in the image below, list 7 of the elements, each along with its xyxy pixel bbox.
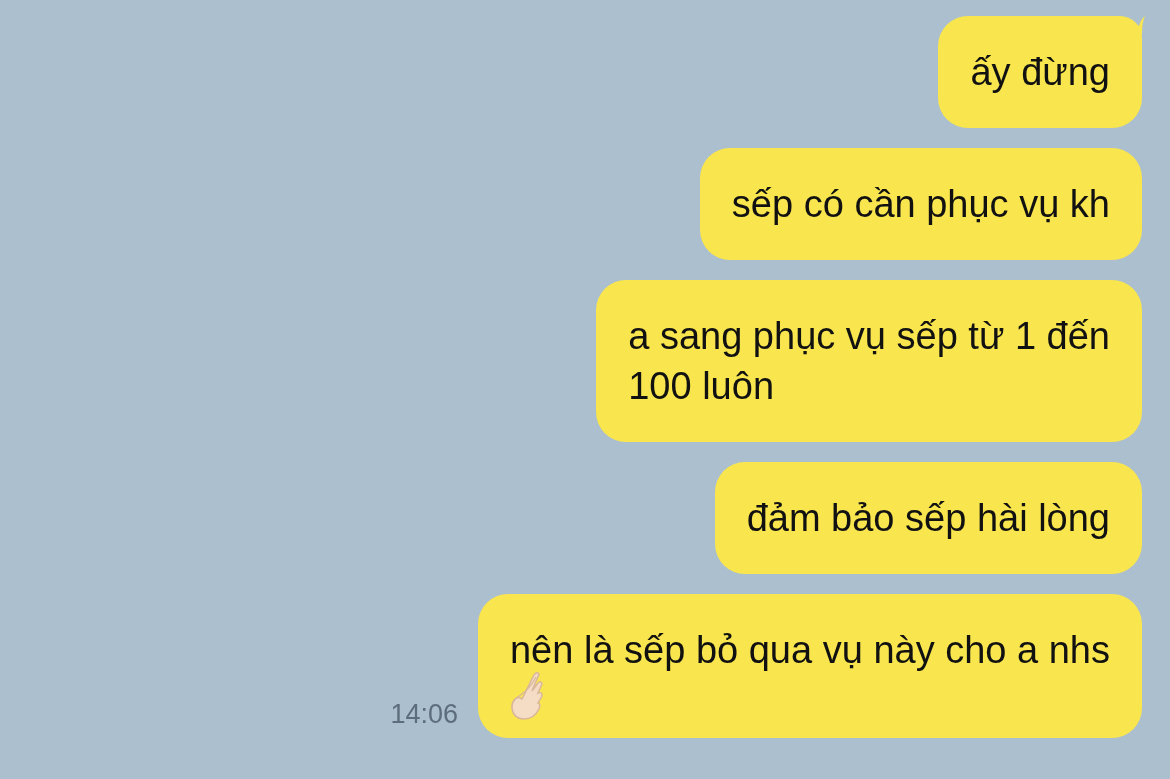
message-text: ấy đừng [970,50,1110,95]
message-text: a sang phục vụ sếp từ 1 đến 100 luôn [628,314,1110,409]
message-text: nên là sếp bỏ qua vụ này cho a nhs [510,628,1110,673]
message-text: đảm bảo sếp hài lòng [746,496,1110,541]
timestamp: 14:06 [390,699,458,730]
hand-icon [510,671,544,721]
message-text: sếp có cần phục vụ kh [731,182,1110,227]
